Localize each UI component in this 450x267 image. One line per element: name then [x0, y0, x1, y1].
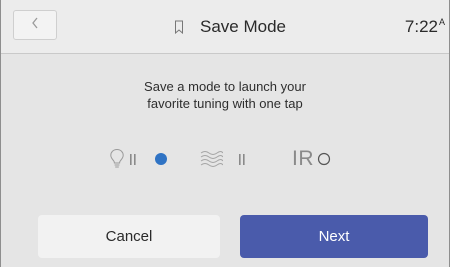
cancel-button-label: Cancel — [105, 228, 153, 245]
back-button[interactable] — [13, 10, 57, 40]
cancel-button[interactable]: Cancel — [38, 215, 220, 258]
next-button[interactable]: Next — [240, 215, 428, 258]
next-button-label: Next — [318, 228, 350, 245]
radio-dot-icon[interactable] — [154, 152, 168, 166]
instruction-text: Save a mode to launch your favorite tuni… — [1, 78, 449, 112]
chevron-left-icon — [30, 16, 40, 35]
ir-icon[interactable]: IR — [292, 147, 314, 171]
waves-icon[interactable] — [199, 149, 223, 169]
pause-icon — [238, 153, 246, 166]
title-bar: Save Mode 7:22 A — [1, 0, 449, 54]
page-title: Save Mode — [200, 16, 286, 36]
clock-time: 7:22 — [404, 16, 438, 36]
save-mode-screen: Save Mode 7:22 A Save a mode to launch y… — [0, 0, 450, 267]
mode-icon-row: IR — [1, 144, 449, 174]
bookmark-icon — [174, 20, 184, 34]
instruction-line-1: Save a mode to launch your — [144, 79, 306, 94]
title-group: Save Mode — [174, 0, 286, 53]
pause-icon — [129, 153, 137, 166]
instruction-line-2: favorite tuning with one tap — [147, 96, 303, 111]
clock: 7:22 A — [405, 0, 445, 53]
lightbulb-icon[interactable] — [109, 148, 125, 170]
radio-empty-icon[interactable] — [317, 152, 331, 166]
clock-suffix: A — [438, 17, 445, 27]
